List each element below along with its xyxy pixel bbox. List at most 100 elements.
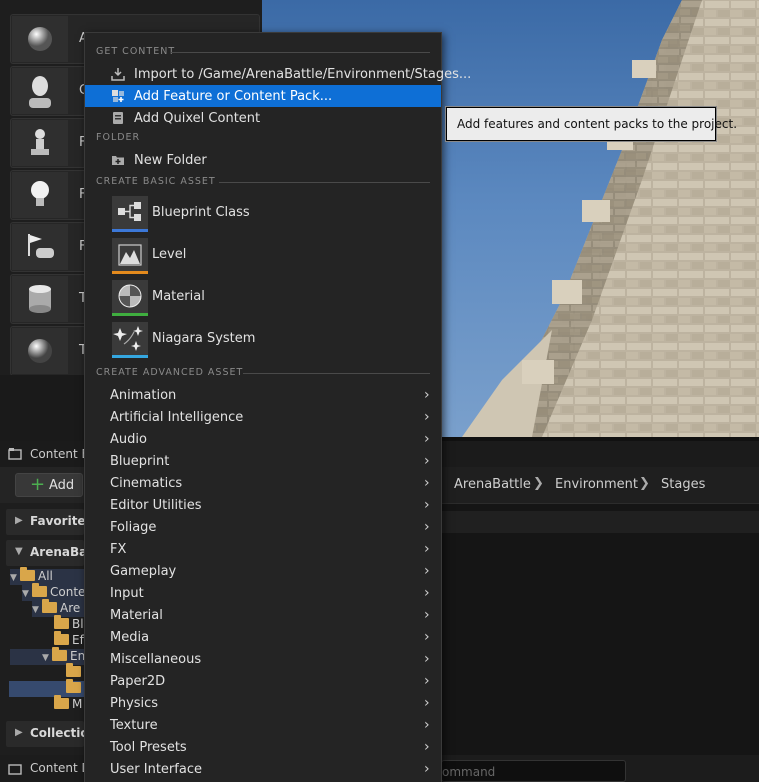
light-bulb-icon [12, 172, 68, 218]
asset-view[interactable] [441, 503, 759, 755]
breadcrumb-item[interactable]: Environment [555, 477, 638, 492]
blueprint-class-icon [112, 196, 148, 232]
submenu-label: Audio [110, 432, 147, 447]
submenu-item-gameplay[interactable]: Gameplay › [85, 561, 441, 583]
tree-label: Conte [50, 585, 86, 599]
submenu-item-material[interactable]: Material › [85, 605, 441, 627]
add-quixel-menu-item[interactable]: Add Quixel Content [85, 107, 441, 129]
submenu-label: Input [110, 586, 144, 601]
submenu-label: Artificial Intelligence [110, 410, 244, 425]
content-drawer-label[interactable]: Content D [30, 761, 91, 775]
submenu-item-physics[interactable]: Physics › [85, 693, 441, 715]
submenu-item-input[interactable]: Input › [85, 583, 441, 605]
project-section[interactable]: ▼ ArenaBatt [6, 540, 99, 566]
favorites-section[interactable]: ▶ Favorites [6, 509, 93, 535]
material-icon [112, 280, 148, 316]
chevron-right-icon[interactable]: ❯ [639, 476, 650, 491]
submenu-label: Media [110, 630, 150, 645]
tree-item-stages[interactable] [9, 679, 84, 697]
import-menu-item[interactable]: Import to /Game/ArenaBattle/Environment/… [85, 63, 471, 85]
folder-icon [54, 631, 69, 645]
niagara-system-menu-item[interactable]: Niagara System [85, 319, 441, 361]
menu-item-label: Import to /Game/ArenaBattle/Environment/… [134, 67, 472, 82]
submenu-item-fx[interactable]: FX › [85, 539, 441, 561]
chevron-right-icon: › [424, 717, 430, 733]
command-placeholder: ommand [442, 765, 496, 779]
submenu-item-texture[interactable]: Texture › [85, 715, 441, 737]
add-button[interactable]: + Add [15, 473, 83, 497]
chevron-right-icon: › [424, 695, 430, 711]
command-input[interactable]: ommand [441, 760, 626, 782]
divider [219, 182, 430, 183]
quixel-icon [113, 112, 123, 124]
plus-icon: + [30, 474, 46, 495]
folder-icon [54, 615, 69, 629]
menu-header-basic: CREATE BASIC ASSET [96, 176, 216, 187]
niagara-icon [112, 322, 148, 358]
submenu-item-artificial-intelligence[interactable]: Artificial Intelligence › [85, 407, 441, 429]
tree-label: Ef [72, 633, 84, 647]
breadcrumb-item[interactable]: ArenaBattle [454, 477, 531, 492]
submenu-item-user-interface[interactable]: User Interface › [85, 759, 441, 781]
tree-label: Are [60, 601, 81, 615]
content-browser-icon [8, 448, 22, 460]
submenu-item-media[interactable]: Media › [85, 627, 441, 649]
chevron-right-icon: › [424, 497, 430, 513]
asset-type-stripe [112, 313, 148, 316]
character-icon [12, 68, 68, 114]
blueprint-class-menu-item[interactable]: Blueprint Class [85, 193, 441, 235]
tooltip-text: Add features and content packs to the pr… [457, 117, 738, 131]
breadcrumb-item[interactable]: Stages [661, 477, 705, 492]
menu-item-label: New Folder [134, 153, 207, 168]
add-feature-pack-menu-item[interactable]: Add Feature or Content Pack... [85, 85, 441, 107]
tree-item-content[interactable]: ▼ Conte [22, 583, 86, 601]
submenu-item-editor-utilities[interactable]: Editor Utilities › [85, 495, 441, 517]
submenu-item-foliage[interactable]: Foliage › [85, 517, 441, 539]
tooltip: Add features and content packs to the pr… [446, 107, 737, 141]
collections-section[interactable]: ▶ Collection [6, 721, 97, 747]
submenu-item-cinematics[interactable]: Cinematics › [85, 473, 441, 495]
folder-icon [66, 663, 81, 677]
divider [243, 373, 430, 374]
menu-header-get-content: GET CONTENT [96, 46, 176, 57]
asset-label: Niagara System [152, 331, 256, 346]
chevron-down-icon: ▼ [32, 605, 39, 615]
menu-item-label: Add Feature or Content Pack... [134, 89, 333, 104]
add-button-label: Add [49, 478, 75, 493]
cylinder-icon [12, 276, 68, 322]
chevron-right-icon: › [424, 761, 430, 777]
level-menu-item[interactable]: Level [85, 235, 441, 277]
submenu-label: Miscellaneous [110, 652, 202, 667]
add-context-menu: GET CONTENT Import to /Game/ArenaBattle/… [84, 32, 471, 782]
submenu-label: Editor Utilities [110, 498, 202, 513]
submenu-item-miscellaneous[interactable]: Miscellaneous › [85, 649, 441, 671]
tree-label: All [38, 569, 53, 583]
new-folder-menu-item[interactable]: New Folder [85, 149, 441, 171]
submenu-label: Tool Presets [110, 740, 187, 755]
chevron-down-icon: ▼ [10, 573, 17, 583]
submenu-item-blueprint[interactable]: Blueprint › [85, 451, 441, 473]
tree-item-maps[interactable]: M [54, 695, 83, 713]
material-menu-item[interactable]: Material [85, 277, 441, 319]
chevron-down-icon: ▼ [22, 589, 29, 599]
submenu-label: Animation [110, 388, 177, 403]
folder-icon [20, 567, 35, 581]
asset-label: Level [152, 247, 187, 262]
folder-icon [54, 695, 69, 709]
sources-panel: ▶ Favorites ▼ ArenaBatt ▼ All ▼ Conte ▼ Are… [0, 503, 99, 782]
submenu-item-animation[interactable]: Animation › [85, 385, 441, 407]
tree-item-all[interactable]: ▼ All [10, 567, 84, 585]
chevron-right-icon: › [424, 431, 430, 447]
breadcrumb: ArenaBattle ❯ Environment ❯ Stages [441, 467, 759, 503]
submenu-item-paper2d[interactable]: Paper2D › [85, 671, 441, 693]
folder-icon [66, 679, 81, 693]
chevron-right-icon[interactable]: ❯ [533, 476, 544, 491]
chevron-right-icon: › [424, 563, 430, 579]
tree-label: M [72, 697, 83, 711]
chevron-right-icon: › [424, 629, 430, 645]
submenu-label: Physics [110, 696, 159, 711]
chevron-right-icon: ▶ [15, 727, 23, 738]
menu-header-advanced: CREATE ADVANCED ASSET [96, 367, 244, 378]
submenu-item-audio[interactable]: Audio › [85, 429, 441, 451]
submenu-item-tool-presets[interactable]: Tool Presets › [85, 737, 441, 759]
